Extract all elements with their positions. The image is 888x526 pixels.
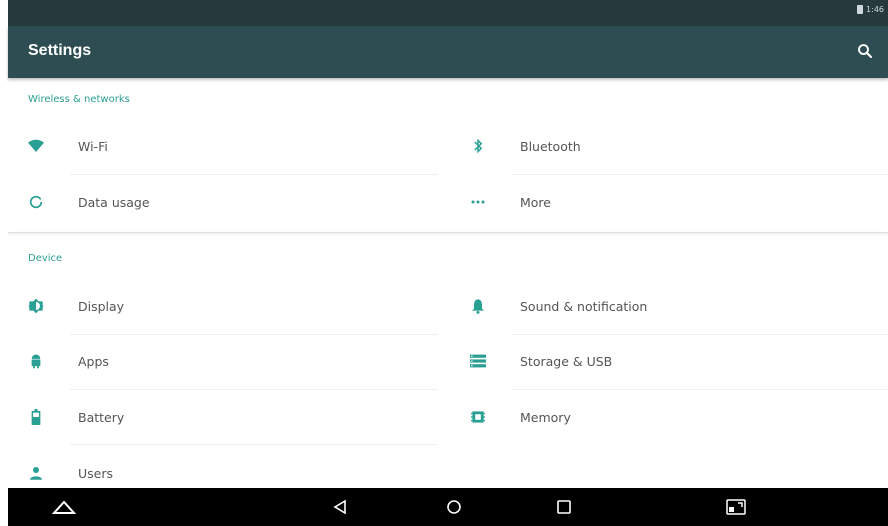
setting-data-usage[interactable]: Data usage	[8, 177, 438, 227]
page-title: Settings	[28, 42, 92, 59]
search-icon[interactable]	[856, 42, 874, 60]
section-divider	[8, 232, 888, 233]
battery-icon	[28, 409, 44, 425]
status-bar: 1:46	[8, 0, 888, 26]
battery-status-icon	[857, 5, 864, 14]
data-usage-icon	[28, 194, 44, 210]
user-icon	[28, 465, 44, 481]
setting-display[interactable]: Display	[8, 281, 438, 331]
setting-bluetooth[interactable]: Bluetooth	[450, 121, 888, 171]
more-icon	[470, 194, 486, 210]
android-icon	[28, 353, 44, 369]
setting-label: Wi-Fi	[78, 138, 108, 154]
bell-icon	[470, 298, 486, 314]
up-icon[interactable]	[51, 497, 77, 517]
app-bar: Settings	[8, 26, 888, 78]
storage-icon	[470, 353, 486, 369]
section-title-device: Device	[28, 253, 63, 264]
setting-label: Display	[78, 298, 125, 314]
setting-sound-notification[interactable]: Sound & notification	[450, 281, 888, 331]
row-divider	[70, 174, 438, 175]
setting-battery[interactable]: Battery	[8, 392, 438, 442]
row-divider	[512, 334, 888, 335]
row-divider	[70, 444, 438, 445]
setting-label: Bluetooth	[520, 138, 581, 154]
navigation-bar	[8, 488, 888, 526]
row-divider	[70, 389, 438, 390]
status-time: 1:46	[866, 5, 884, 14]
wifi-icon	[28, 138, 44, 154]
memory-icon	[470, 409, 486, 425]
setting-memory[interactable]: Memory	[450, 392, 888, 442]
setting-apps[interactable]: Apps	[8, 336, 438, 386]
setting-label: Sound & notification	[520, 298, 648, 314]
display-icon	[28, 298, 44, 314]
setting-label: Memory	[520, 409, 571, 425]
setting-label: Battery	[78, 409, 125, 425]
setting-wifi[interactable]: Wi-Fi	[8, 121, 438, 171]
row-divider	[512, 389, 888, 390]
setting-label: Users	[78, 465, 114, 481]
setting-more[interactable]: More	[450, 177, 888, 227]
settings-list: Wireless & networks Wi-Fi Bluetooth Data…	[8, 78, 888, 488]
setting-label: Data usage	[78, 194, 150, 210]
row-divider	[70, 334, 438, 335]
setting-label: More	[520, 194, 551, 210]
recents-icon[interactable]	[554, 497, 574, 517]
back-icon[interactable]	[330, 497, 350, 517]
bluetooth-icon	[470, 138, 486, 154]
section-title-wireless: Wireless & networks	[28, 94, 130, 105]
row-divider	[512, 174, 888, 175]
setting-label: Apps	[78, 353, 109, 369]
setting-storage-usb[interactable]: Storage & USB	[450, 336, 888, 386]
home-icon[interactable]	[444, 497, 464, 517]
screenshot-icon[interactable]	[725, 497, 747, 517]
status-right: 1:46	[857, 5, 884, 14]
setting-label: Storage & USB	[520, 353, 613, 369]
